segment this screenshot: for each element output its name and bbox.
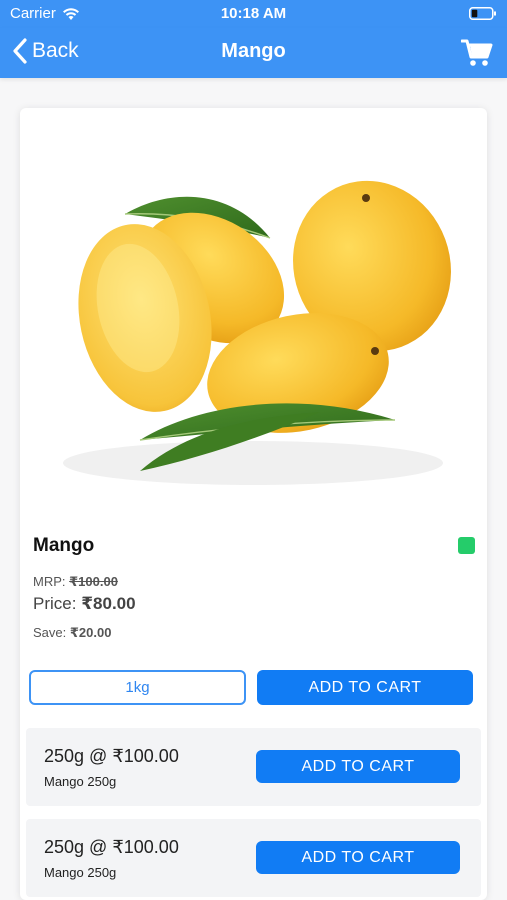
variant-add-to-cart-button[interactable]: ADD TO CART (256, 750, 460, 783)
save-label: Save: (33, 625, 67, 640)
veg-indicator (458, 537, 475, 554)
variant-subtitle: Mango 250g (44, 774, 117, 789)
mrp-label: MRP: (33, 574, 66, 589)
price-label: Price: (33, 594, 77, 613)
product-image (20, 128, 487, 528)
save-value: ₹20.00 (69, 625, 112, 640)
status-bar: Carrier 10:18 AM (0, 0, 507, 28)
cart-icon[interactable] (461, 38, 493, 68)
page-title: Mango (221, 40, 286, 62)
mrp-value: ₹100.00 (69, 574, 118, 589)
add-to-cart-button[interactable]: ADD TO CART (257, 670, 473, 705)
battery-icon (469, 7, 496, 20)
mrp-row: MRP: ₹100.00 (33, 574, 118, 590)
save-row: Save: ₹20.00 (33, 625, 111, 641)
variant-subtitle: Mango 250g (44, 865, 117, 880)
price-value: ₹80.00 (81, 594, 136, 613)
navigation-bar: Back Mango (0, 28, 507, 78)
variant-item: 250g @ ₹100.00 Mango 250g ADD TO CART (26, 819, 481, 897)
product-card: Mango MRP: ₹100.00 Price: ₹80.00 Save: ₹… (20, 108, 487, 900)
size-selector[interactable]: 1kg (29, 670, 246, 705)
variant-add-to-cart-button[interactable]: ADD TO CART (256, 841, 460, 874)
product-name: Mango (33, 535, 95, 556)
variant-item: 250g @ ₹100.00 Mango 250g ADD TO CART (26, 728, 481, 806)
price-row: Price: ₹80.00 (33, 594, 136, 614)
clock: 10:18 AM (220, 5, 287, 22)
variant-title: 250g @ ₹100.00 (44, 837, 179, 857)
variant-title: 250g @ ₹100.00 (44, 746, 179, 766)
